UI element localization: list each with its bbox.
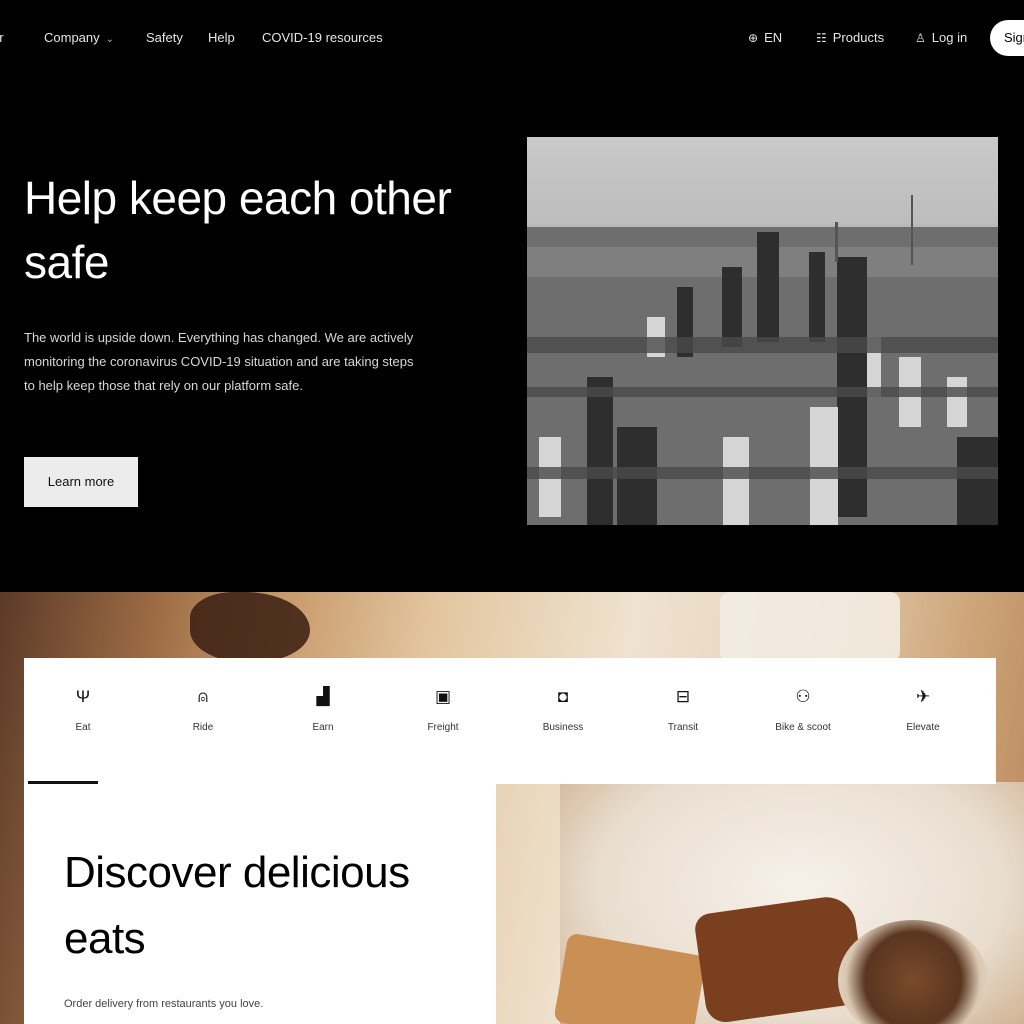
- language-label: EN: [764, 30, 783, 45]
- toast: [693, 893, 867, 1024]
- brand-logo[interactable]: er: [0, 30, 4, 45]
- food-item: [190, 592, 310, 662]
- tab-label: Transit: [667, 722, 699, 733]
- products-label: Products: [832, 30, 885, 45]
- eat-info-card: Discover delicious eats Order delivery f…: [24, 784, 496, 1024]
- tab-label: Business: [542, 722, 584, 733]
- tab-label: Elevate: [906, 722, 940, 733]
- nav-covid-resources[interactable]: COVID-19 resources: [262, 30, 383, 45]
- tab-earn[interactable]: ▟ Earn: [268, 658, 378, 784]
- card-title: Discover delicious eats: [64, 848, 410, 963]
- globe-icon: ⊕: [748, 31, 759, 45]
- napkin: [720, 592, 900, 662]
- tab-freight[interactable]: ▣ Freight: [388, 658, 498, 784]
- tab-label: Earn: [312, 722, 334, 733]
- hero-description: The world is upside down. Everything has…: [24, 330, 414, 393]
- skyline-illustration: [527, 195, 998, 525]
- chevron-down-icon: ⌄: [105, 34, 115, 45]
- tab-business[interactable]: ◘ Business: [508, 658, 618, 784]
- tab-ride[interactable]: ⍝ Ride: [148, 658, 258, 784]
- language-selector[interactable]: ⊕ EN: [748, 30, 782, 45]
- grid-icon: ☷: [816, 31, 827, 45]
- tab-bike-scoot[interactable]: ⚇ Bike & scoot: [748, 658, 858, 784]
- person-icon: ♙: [915, 31, 926, 45]
- bar-chart-icon: ▟: [316, 687, 330, 706]
- tab-label: Freight: [427, 722, 459, 733]
- tab-label: Ride: [192, 722, 214, 733]
- products-menu[interactable]: ☷ Products: [816, 30, 884, 45]
- nav-help[interactable]: Help: [208, 30, 235, 45]
- login-label: Log in: [931, 30, 968, 45]
- signup-button[interactable]: Sign up: [990, 20, 1024, 56]
- tab-label: Bike & scoot: [775, 722, 831, 733]
- login-link[interactable]: ♙ Log in: [915, 30, 967, 45]
- train-icon: ⊟: [675, 687, 691, 706]
- nav-company-label: Company: [44, 30, 100, 45]
- tab-transit[interactable]: ⊟ Transit: [628, 658, 738, 784]
- hero-title: Help keep each other safe: [24, 172, 452, 288]
- bike-icon: ⚇: [795, 687, 811, 706]
- truck-icon: ▣: [434, 687, 452, 706]
- elevate-icon: ✈: [915, 687, 931, 706]
- briefcase-icon: ◘: [557, 687, 569, 706]
- nav-safety[interactable]: Safety: [146, 30, 183, 45]
- tab-label: Eat: [75, 722, 91, 733]
- product-tabs: Ψ Eat ⍝ Ride ▟ Earn ▣ Freight ◘ Business…: [24, 658, 996, 784]
- city-skyline-photo: [527, 137, 998, 525]
- tab-eat[interactable]: Ψ Eat: [28, 658, 138, 784]
- fork-knife-icon: Ψ: [75, 687, 91, 706]
- hero-section: Help keep each other safe The world is u…: [0, 76, 1024, 592]
- car-icon: ⍝: [197, 687, 209, 706]
- learn-more-button[interactable]: Learn more: [24, 457, 138, 507]
- nav-company[interactable]: Company ⌄: [44, 30, 114, 45]
- card-subtitle: Order delivery from restaurants you love…: [64, 998, 264, 1010]
- tab-elevate[interactable]: ✈ Elevate: [868, 658, 978, 784]
- top-navigation: er Company ⌄ Safety Help COVID-19 resourc…: [0, 0, 1024, 76]
